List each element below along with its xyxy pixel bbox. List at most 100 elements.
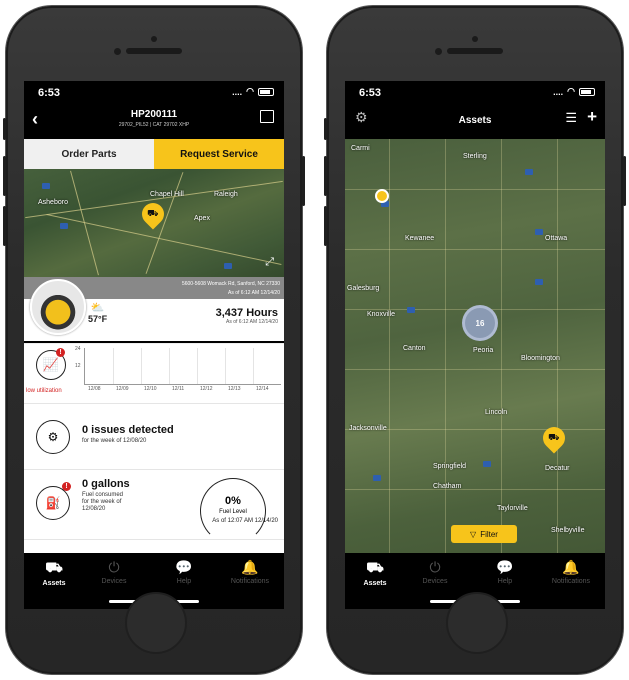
highway-shield-icon [535,229,543,235]
power-button [302,156,305,206]
fuel-timestamp: As of 12:07 AM 12/14/20 [212,518,278,524]
bell-icon: 🔔 [241,559,259,575]
chat-icon: 💬 [175,559,193,575]
speaker-grille [447,48,503,54]
asset-map-pin[interactable]: ⛟ [538,422,570,454]
tab-devices[interactable]: ⏻ Devices [84,559,144,585]
volume-down-button [324,206,327,246]
signal-icon: .... [553,86,564,97]
chat-icon: 💬 [496,559,514,575]
tab-notifications[interactable]: 🔔 Notifications [541,559,601,585]
issues-count: 0 issues detected [82,424,174,436]
fuel-consumed-value: 0 gallons [82,478,130,490]
home-button[interactable] [125,592,187,654]
battery-icon [258,87,274,96]
excavator-icon: ⛟ [147,208,159,219]
battery-icon [579,87,595,96]
alert-badge: ! [62,482,71,491]
highway-shield-icon [483,461,491,467]
excavator-icon: ⛟ [366,559,384,575]
x-tick-label: 12/08 [88,386,101,392]
tab-help[interactable]: 💬 Help [154,559,214,585]
volume-down-button [3,206,6,246]
map-label: Chapel Hill [150,191,184,198]
engine-icon: ⚙ [36,420,70,454]
filter-button[interactable]: ▽ Filter [451,525,517,543]
phone-right: 6:53 .... ◠ ⚙ Assets ☰ + Carmi Sterling … [324,6,626,674]
tab-help[interactable]: 💬 Help [475,559,535,585]
fuel-period-label: for the week of [82,499,122,505]
highway-shield-icon [535,279,543,285]
tab-label: Devices [101,578,127,585]
map-label: Lincoln [485,409,508,416]
x-tick-label: 12/10 [144,386,157,392]
add-asset-icon[interactable]: + [587,107,597,127]
map-label: Kewanee [405,235,435,242]
utilization-label: low utilization [26,388,62,394]
highway-shield-icon [224,263,232,269]
request-service-button[interactable]: Request Service [154,139,284,169]
y-tick-label: 12 [75,363,81,369]
filter-funnel-icon: ▽ [470,529,477,539]
issues-card[interactable]: ⚙ 0 issues detected for the week of 12/0… [24,403,284,470]
tab-label: Help [497,578,513,585]
alert-badge: ! [56,348,65,357]
mute-switch [3,118,6,140]
fuel-consumed-label: Fuel consumed [82,492,124,498]
tab-assets[interactable]: ⛟ Assets [24,559,84,587]
filter-label: Filter [480,529,498,539]
utilization-card[interactable]: 📈 ! low utilization 24 12 12/08 12/09 12… [24,343,284,404]
map-label: Galesburg [347,285,380,292]
volume-up-button [3,156,6,196]
tab-notifications[interactable]: 🔔 Notifications [220,559,280,585]
nav-header: ⚙ Assets ☰ + [345,105,605,137]
order-parts-button[interactable]: Order Parts [24,139,154,169]
highway-shield-icon [407,307,415,313]
expand-map-icon[interactable]: ⤢ [265,256,274,269]
fuel-card[interactable]: ⛽ ! 0 gallons Fuel consumed for the week… [24,469,284,544]
hours-value: 3,437 Hours [215,307,278,319]
temperature: 57°F [88,314,108,324]
tab-label: Help [176,578,192,585]
tab-label: Notifications [551,578,591,585]
list-view-icon[interactable]: ☰ [565,110,577,126]
tab-label: Assets [363,580,387,587]
x-tick-label: 12/13 [228,386,241,392]
map-label: Peoria [473,347,494,354]
tab-label: Assets [42,580,66,587]
status-bar: 6:53 .... ◠ [345,81,605,103]
camera-dot [151,36,157,42]
tab-label: Notifications [230,578,270,585]
map-label: Carmi [351,145,370,152]
bell-icon: 🔔 [562,559,580,575]
asset-cluster[interactable]: 16 [462,305,498,341]
wifi-icon: ◠ [567,86,575,96]
fuel-can-icon: ⛽ [36,486,70,520]
nav-header: ‹ HP200111 29702_PIL52 | CAT 29702 XHP [24,105,284,137]
tab-label: Devices [422,578,448,585]
home-button[interactable] [446,592,508,654]
utilization-chart [84,348,281,385]
tab-assets[interactable]: ⛟ Assets [345,559,405,587]
next-card-peek [24,539,284,554]
asset-marker[interactable] [375,189,389,203]
map-label: Bloomington [521,355,560,362]
x-tick-label: 12/14 [256,386,269,392]
map-label: Raleigh [214,191,238,198]
excavator-icon: ⛟ [45,559,63,575]
status-time: 6:53 [359,87,382,99]
assets-map[interactable]: Carmi Sterling Kewanee Ottawa Galesburg … [345,139,605,553]
weather-widget: ⛅ 57°F [88,301,107,324]
tab-devices[interactable]: ⏻ Devices [405,559,465,585]
power-button [623,156,626,206]
camera-dot [472,36,478,42]
asset-address: 5600-5608 Womack Rd, Sanford, NC 27330 [181,281,280,287]
issues-period: for the week of 12/08/20 [82,438,147,444]
action-tabs: Order Parts Request Service [24,139,284,169]
mute-switch [324,118,327,140]
front-camera [114,48,121,55]
edit-icon[interactable] [260,110,274,123]
status-time: 6:53 [38,87,61,99]
asset-photo [30,279,86,335]
asset-location-map[interactable]: Chapel Hill Raleigh Asheboro Apex ⛟ ⤢ [24,169,284,277]
